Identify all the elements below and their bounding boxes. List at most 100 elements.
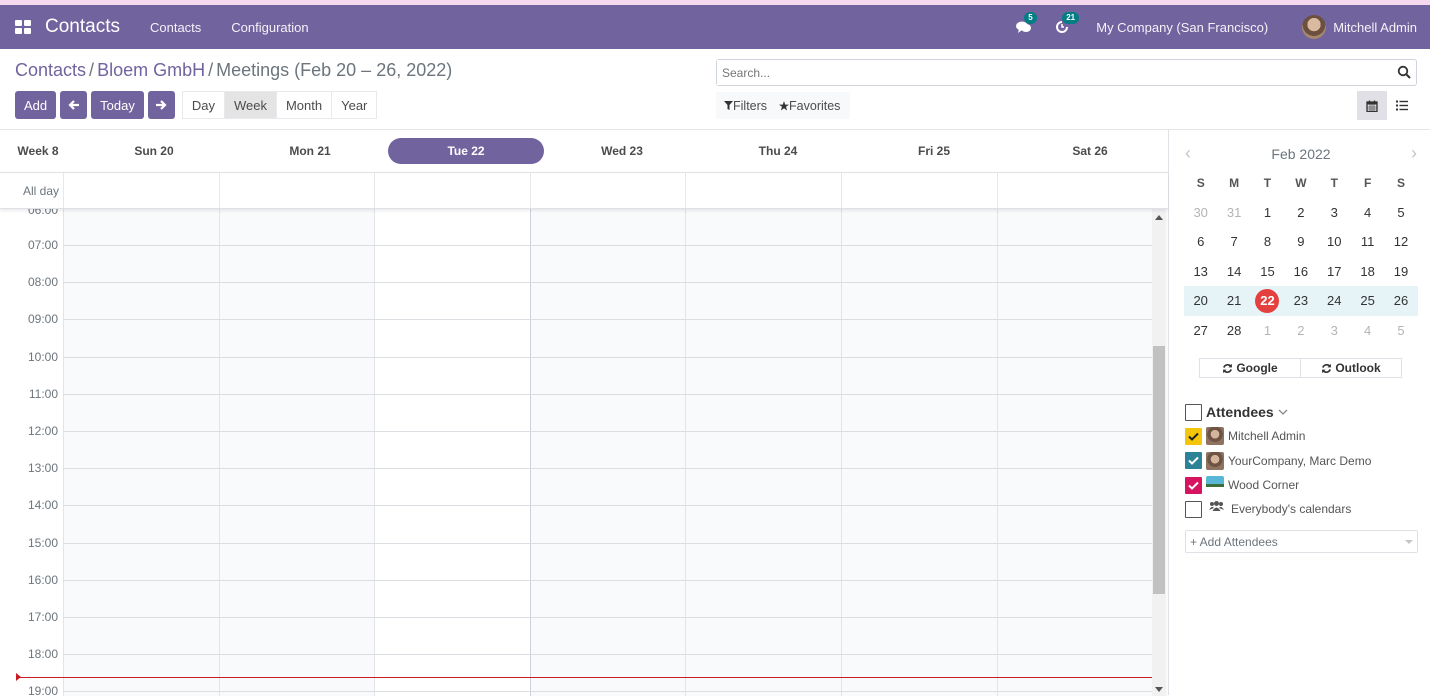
- mini-calendar-day[interactable]: 26: [1384, 293, 1417, 308]
- mini-calendar-day[interactable]: 19: [1384, 264, 1417, 279]
- mini-calendar-day[interactable]: 27: [1184, 323, 1217, 338]
- mini-calendar-day[interactable]: 18: [1351, 264, 1384, 279]
- filters-button[interactable]: Filters: [724, 99, 767, 113]
- time-grid[interactable]: 06:00 07:00 08:00 09:00 10:00 11:00 12:00 13:0…: [0, 209, 1168, 696]
- mini-calendar-day[interactable]: 15: [1251, 264, 1284, 279]
- attendee-item[interactable]: Wood Corner: [1185, 473, 1425, 497]
- day-header-wed[interactable]: Wed 23: [544, 138, 700, 164]
- prev-month-icon[interactable]: ‹: [1185, 143, 1191, 164]
- attendee-checkbox[interactable]: [1185, 476, 1202, 494]
- mini-calendar-day[interactable]: 23: [1284, 293, 1317, 308]
- mini-calendar-day[interactable]: 25: [1351, 293, 1384, 308]
- google-sync-button[interactable]: Google: [1200, 359, 1301, 377]
- mini-calendar-day[interactable]: 10: [1318, 234, 1351, 249]
- mini-calendar-day[interactable]: 21: [1217, 293, 1250, 308]
- search-icon[interactable]: [1397, 65, 1411, 79]
- day-header-fri[interactable]: Fri 25: [856, 138, 1012, 164]
- scroll-down-arrow[interactable]: [1155, 687, 1163, 692]
- attendees-select-all-checkbox[interactable]: [1185, 403, 1202, 421]
- attendees-title[interactable]: Attendees: [1206, 404, 1274, 420]
- calendar-icon: [1366, 100, 1378, 112]
- calendar-view-button[interactable]: [1357, 91, 1387, 120]
- day-header-thu[interactable]: Thu 24: [700, 138, 856, 164]
- outlook-sync-button[interactable]: Outlook: [1301, 359, 1401, 377]
- previous-button[interactable]: [60, 91, 88, 119]
- allday-cell[interactable]: [529, 173, 686, 208]
- mini-calendar-day[interactable]: 30: [1184, 205, 1217, 220]
- scroll-thumb[interactable]: [1153, 346, 1165, 594]
- mini-calendar-day[interactable]: 20: [1184, 293, 1217, 308]
- activities-button[interactable]: 21: [1052, 12, 1080, 37]
- today-button[interactable]: Today: [91, 91, 144, 119]
- hour-line: [63, 542, 1152, 544]
- mini-calendar-day[interactable]: 6: [1184, 234, 1217, 249]
- next-button[interactable]: [147, 91, 175, 119]
- attendee-checkbox[interactable]: [1185, 427, 1202, 445]
- attendee-item[interactable]: Mitchell Admin: [1185, 424, 1425, 448]
- user-menu[interactable]: Mitchell Admin: [1333, 20, 1417, 35]
- scale-year[interactable]: Year: [332, 92, 376, 118]
- add-button[interactable]: Add: [15, 91, 57, 119]
- mini-calendar-day[interactable]: 3: [1318, 205, 1351, 220]
- mini-calendar-day[interactable]: 1: [1251, 323, 1284, 338]
- day-header-mon[interactable]: Mon 21: [232, 138, 388, 164]
- attendee-item[interactable]: YourCompany, Marc Demo: [1185, 449, 1425, 473]
- mini-calendar-day[interactable]: 11: [1351, 234, 1384, 249]
- app-name[interactable]: Contacts: [45, 16, 120, 38]
- attendee-checkbox[interactable]: [1185, 452, 1202, 470]
- favorites-button[interactable]: Favorites: [779, 99, 840, 113]
- mini-calendar-day[interactable]: 28: [1217, 323, 1250, 338]
- attendee-item[interactable]: Everybody's calendars: [1185, 497, 1425, 521]
- apps-menu-icon[interactable]: [15, 20, 31, 34]
- scale-week[interactable]: Week: [224, 92, 277, 118]
- mini-calendar-day[interactable]: 7: [1217, 234, 1250, 249]
- mini-calendar-day[interactable]: 14: [1217, 264, 1250, 279]
- grid-scrollbar[interactable]: [1152, 209, 1166, 696]
- mini-calendar-day[interactable]: 5: [1384, 323, 1417, 338]
- mini-calendar-day[interactable]: 3: [1318, 323, 1351, 338]
- allday-cell[interactable]: [840, 173, 997, 208]
- day-number: 3: [1330, 204, 1338, 220]
- mini-calendar-day[interactable]: 24: [1318, 293, 1351, 308]
- allday-cell[interactable]: [996, 173, 1153, 208]
- mini-calendar-day[interactable]: 4: [1351, 205, 1384, 220]
- mini-calendar-day[interactable]: 5: [1384, 205, 1417, 220]
- day-header-today[interactable]: Tue 22: [388, 138, 544, 164]
- messages-button[interactable]: 5: [1014, 12, 1037, 37]
- mini-calendar-day[interactable]: 12: [1384, 234, 1417, 249]
- next-month-icon[interactable]: ›: [1411, 143, 1417, 164]
- mini-calendar-day[interactable]: 2: [1284, 323, 1317, 338]
- scale-day[interactable]: Day: [183, 92, 225, 118]
- mini-calendar-day[interactable]: 17: [1318, 264, 1351, 279]
- mini-calendar-day[interactable]: 2: [1284, 205, 1317, 220]
- mini-calendar-day[interactable]: 16: [1284, 264, 1317, 279]
- mini-calendar-day[interactable]: 8: [1251, 234, 1284, 249]
- allday-cell[interactable]: [685, 173, 841, 208]
- add-attendees-input[interactable]: + Add Attendees: [1185, 530, 1418, 553]
- mini-calendar-day[interactable]: 13: [1184, 264, 1217, 279]
- menu-contacts[interactable]: Contacts: [150, 20, 201, 35]
- navbar: Contacts Contacts Configuration 5 21 My …: [0, 5, 1430, 49]
- allday-cell[interactable]: [218, 173, 375, 208]
- company-switcher[interactable]: My Company (San Francisco): [1096, 20, 1268, 35]
- breadcrumb-bloem[interactable]: Bloem GmbH: [97, 60, 205, 80]
- allday-cell[interactable]: [63, 173, 219, 208]
- menu-configuration[interactable]: Configuration: [231, 20, 308, 35]
- attendee-checkbox[interactable]: [1185, 500, 1202, 518]
- chevron-down-icon[interactable]: [1278, 408, 1288, 416]
- breadcrumb-contacts[interactable]: Contacts: [15, 60, 86, 80]
- mini-calendar-day[interactable]: 9: [1284, 234, 1317, 249]
- allday-cell[interactable]: [374, 173, 530, 208]
- day-number: 18: [1360, 263, 1375, 279]
- mini-calendar-day[interactable]: 31: [1217, 205, 1250, 220]
- day-header-sat[interactable]: Sat 26: [1012, 138, 1168, 164]
- mini-calendar-day-selected[interactable]: 22: [1251, 288, 1284, 313]
- day-header-sun[interactable]: Sun 20: [76, 138, 232, 164]
- mini-calendar-day[interactable]: 4: [1351, 323, 1384, 338]
- scroll-up-arrow[interactable]: [1155, 215, 1163, 220]
- list-view-button[interactable]: [1387, 91, 1417, 120]
- search-input[interactable]: [717, 60, 1377, 85]
- mini-calendar-day[interactable]: 1: [1251, 205, 1284, 220]
- scale-month[interactable]: Month: [277, 92, 333, 118]
- user-avatar[interactable]: [1302, 15, 1327, 39]
